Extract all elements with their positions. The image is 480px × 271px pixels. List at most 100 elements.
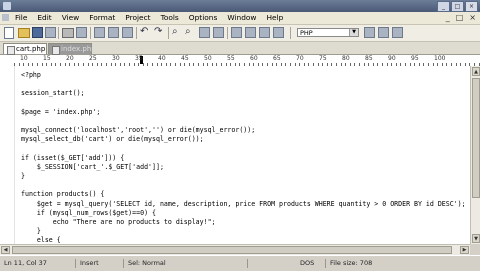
code-line[interactable]: } (21, 227, 466, 236)
minimize-button[interactable]: _ (437, 1, 450, 12)
scroll-right-icon[interactable]: ▶ (460, 246, 469, 254)
line-ending-format: DOS (300, 259, 326, 268)
find-icon[interactable]: ⌕ (172, 26, 178, 37)
run-icon[interactable] (378, 27, 389, 38)
undo-icon[interactable]: ↶ (140, 26, 148, 37)
cursor-position: Ln 11, Col 37 (4, 259, 76, 268)
vertical-scrollbar[interactable]: ▲ ▼ (470, 66, 480, 244)
chevron-down-icon[interactable]: ▼ (349, 29, 358, 36)
code-line[interactable]: $page = 'index.php'; (21, 108, 466, 117)
ruler-label: 75 (319, 55, 327, 62)
code-line[interactable]: $_SESSION['cart_'.$_GET['add']]; (21, 163, 466, 172)
ruler-label: 30 (112, 55, 120, 62)
print-preview-icon[interactable] (76, 27, 87, 38)
code-line[interactable] (21, 181, 466, 190)
tab-label: index.php (61, 45, 96, 53)
menu-edit[interactable]: Edit (36, 13, 52, 22)
selection-mode: Sel: Normal (128, 259, 248, 268)
menu-format[interactable]: Format (88, 13, 116, 22)
ruler-label: 90 (388, 55, 396, 62)
document-tabs: cart.php index.php (0, 42, 480, 55)
tab-label: cart.php (16, 45, 46, 53)
paste-icon[interactable] (122, 27, 133, 38)
code-line[interactable]: } (21, 172, 466, 181)
vertical-scroll-thumb[interactable] (472, 78, 480, 198)
code-line[interactable]: if (mysql_num_rows($get)==0) { (21, 209, 466, 218)
doc-restore-button[interactable]: □ (456, 13, 464, 22)
doc-close-button[interactable]: × (469, 13, 476, 22)
code-line[interactable]: if (isset($_GET['add'])) { (21, 154, 466, 163)
redo-icon[interactable]: ↷ (154, 26, 162, 37)
ruler-label: 80 (342, 55, 350, 62)
code-line[interactable]: else { (21, 236, 466, 244)
uncomment-icon[interactable] (273, 27, 284, 38)
php-file-icon (52, 46, 60, 55)
save-all-icon[interactable] (45, 27, 56, 38)
menu-tools[interactable]: Tools (160, 13, 180, 22)
tab-index-php[interactable]: index.php (48, 43, 96, 55)
ruler-label: 55 (227, 55, 235, 62)
php-file-icon (7, 46, 15, 55)
menu-file[interactable]: File (14, 13, 28, 22)
ruler-label: 95 (411, 55, 419, 62)
find-replace-icon[interactable]: ⌕ (185, 26, 191, 37)
code-editor[interactable]: <?php session_start(); $page = 'index.php'… (0, 66, 470, 244)
tab-cart-php[interactable]: cart.php (3, 43, 47, 55)
code-line[interactable] (21, 99, 466, 108)
cut-icon[interactable] (94, 27, 105, 38)
code-line[interactable] (21, 145, 466, 154)
insert-mode: Insert (80, 259, 124, 268)
title-bar: _ □ × (0, 0, 480, 12)
settings-icon[interactable] (364, 27, 375, 38)
toolbar-separator (290, 27, 291, 39)
ruler-label: 25 (89, 55, 97, 62)
toolbar-separator (168, 27, 169, 39)
print-icon[interactable] (62, 28, 74, 38)
ruler-label: 60 (250, 55, 258, 62)
horizontal-scrollbar[interactable]: ◀ ▶ (0, 244, 470, 255)
outdent-icon[interactable] (245, 27, 256, 38)
scroll-up-icon[interactable]: ▲ (472, 67, 480, 76)
scroll-left-icon[interactable]: ◀ (1, 246, 10, 254)
maximize-button[interactable]: □ (451, 1, 464, 12)
toolbar: ↶ ↷ ⌕ ⌕ PHP ▼ (0, 25, 480, 42)
language-select[interactable]: PHP ▼ (297, 28, 359, 37)
code-line[interactable]: $get = mysql_query('SELECT id, name, des… (21, 200, 466, 209)
code-text[interactable]: <?php session_start(); $page = 'index.php'… (21, 71, 466, 244)
toolbar-separator (136, 27, 137, 39)
menu-view[interactable]: View (61, 13, 81, 22)
code-line[interactable] (21, 80, 466, 89)
menu-help[interactable]: Help (265, 13, 284, 22)
code-line[interactable]: session_start(); (21, 89, 466, 98)
code-line[interactable] (21, 117, 466, 126)
open-folder-icon[interactable] (18, 28, 30, 38)
doc-minimize-button[interactable]: _ (446, 13, 450, 22)
browser-preview-icon[interactable] (392, 27, 403, 38)
code-line[interactable]: <?php (21, 71, 466, 80)
ruler-label: 35 (135, 55, 143, 62)
code-line[interactable]: mysql_connect('localhost','root','') or … (21, 126, 466, 135)
new-file-icon[interactable] (4, 27, 14, 39)
menu-options[interactable]: Options (188, 13, 219, 22)
copy-icon[interactable] (108, 27, 119, 38)
goto-icon[interactable] (199, 27, 210, 38)
ruler-label: 100 (434, 55, 446, 62)
indent-icon[interactable] (231, 27, 242, 38)
document-icon[interactable] (2, 14, 9, 21)
close-button[interactable]: × (465, 1, 478, 12)
menu-window[interactable]: Window (226, 13, 257, 22)
file-size: File size: 708 (330, 259, 373, 267)
save-icon[interactable] (32, 27, 43, 38)
comment-icon[interactable] (259, 27, 270, 38)
code-line[interactable]: function products() { (21, 190, 466, 199)
code-line[interactable]: mysql_select_db('cart') or die(mysql_err… (21, 135, 466, 144)
language-select-value: PHP (300, 29, 313, 37)
code-line[interactable]: echo "There are no products to display!"… (21, 218, 466, 227)
bookmark-icon[interactable] (213, 27, 224, 38)
ruler-label: 65 (273, 55, 281, 62)
ruler-label: 85 (365, 55, 373, 62)
scroll-down-icon[interactable]: ▼ (472, 234, 480, 243)
menu-project[interactable]: Project (124, 13, 151, 22)
horizontal-scroll-thumb[interactable] (12, 246, 452, 254)
menu-bar: File Edit View Format Project Tools Opti… (0, 12, 480, 25)
